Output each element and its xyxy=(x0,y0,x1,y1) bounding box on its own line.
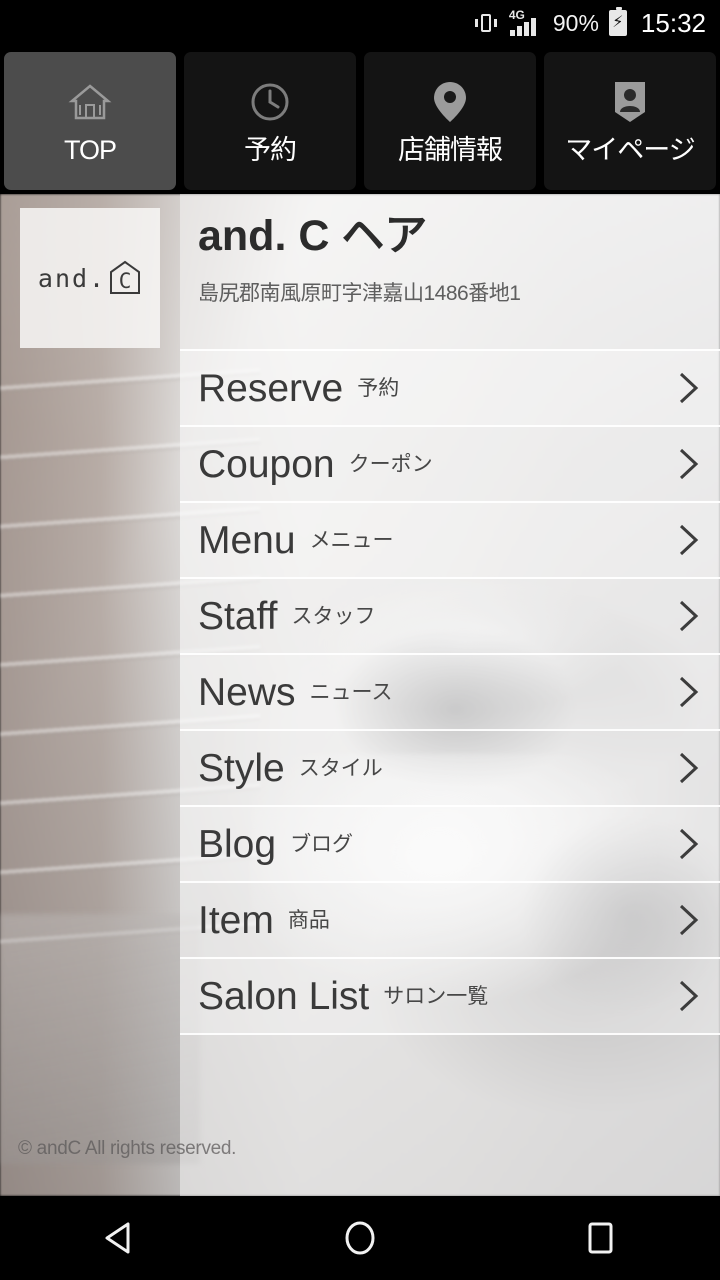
back-triangle-icon xyxy=(98,1216,142,1260)
status-bar-icons: 4G 90% ⚡ 15:32 xyxy=(473,7,706,39)
house-outline-icon: C xyxy=(108,259,142,297)
content-panel: and. C ヘア 島尻郡南風原町字津嘉山1486番地1 Reserve 予約 … xyxy=(180,194,720,1196)
home-button[interactable] xyxy=(300,1196,420,1280)
menu-item-coupon[interactable]: Coupon クーポン xyxy=(180,425,720,501)
chevron-right-icon xyxy=(676,444,702,484)
menu-label-en: Menu xyxy=(198,518,296,562)
chevron-right-icon xyxy=(676,748,702,788)
menu-item-style[interactable]: Style スタイル xyxy=(180,729,720,805)
menu-item-news[interactable]: News ニュース xyxy=(180,653,720,729)
chevron-right-icon xyxy=(676,368,702,408)
tab-my-page[interactable]: マイページ xyxy=(544,52,716,190)
menu-label-en: Blog xyxy=(198,822,277,866)
chevron-right-icon xyxy=(676,824,702,864)
page-content: and. C ヘア 島尻郡南風原町字津嘉山1486番地1 Reserve 予約 … xyxy=(0,194,720,1196)
menu-item-menu[interactable]: Menu メニュー xyxy=(180,501,720,577)
menu-label-ja: 商品 xyxy=(287,908,330,932)
chevron-right-icon xyxy=(676,976,702,1016)
page-title: and. C ヘア xyxy=(198,212,428,260)
menu-item-blog[interactable]: Blog ブログ xyxy=(180,805,720,881)
menu-label-en: Reserve xyxy=(198,366,344,410)
chevron-right-icon xyxy=(676,672,702,712)
menu-label-en: Style xyxy=(198,746,285,790)
tab-top[interactable]: TOP xyxy=(4,52,176,190)
recents-square-icon xyxy=(578,1216,622,1260)
menu-label-en: News xyxy=(198,670,296,714)
list-bottom-divider xyxy=(180,1033,720,1035)
clock-icon xyxy=(247,79,293,125)
menu-label-ja: ブログ xyxy=(290,832,354,856)
tab-reserve[interactable]: 予約 xyxy=(184,52,356,190)
menu-item-item[interactable]: Item 商品 xyxy=(180,881,720,957)
menu-item-salon-list[interactable]: Salon List サロン一覧 xyxy=(180,957,720,1033)
top-tab-bar: TOP 予約 店舗情報 マイページ xyxy=(0,46,720,194)
salon-header: and. C ヘア 島尻郡南風原町字津嘉山1486番地1 xyxy=(180,194,720,349)
menu-label-ja: スタイル xyxy=(298,756,383,780)
logo-mark: and. C xyxy=(38,259,142,297)
menu-label-en: Staff xyxy=(198,594,278,638)
chevron-right-icon xyxy=(676,520,702,560)
recents-button[interactable] xyxy=(540,1196,660,1280)
home-icon xyxy=(68,79,112,125)
menu-item-staff[interactable]: Staff スタッフ xyxy=(180,577,720,653)
tab-label-my-page: マイページ xyxy=(565,134,695,165)
battery-percent-label: 90% xyxy=(552,9,599,36)
vibrate-icon xyxy=(473,10,499,36)
menu-label-ja: クーポン xyxy=(348,452,433,476)
tab-label-top: TOP xyxy=(63,134,117,165)
menu-label-ja: ニュース xyxy=(309,680,393,704)
tab-label-reserve: 予約 xyxy=(244,134,297,165)
menu-label-en: Item xyxy=(198,898,274,942)
menu-label-ja: 予約 xyxy=(357,376,400,400)
android-navigation-bar xyxy=(0,1196,720,1280)
menu-label-en: Salon List xyxy=(198,974,370,1018)
status-bar: 4G 90% ⚡ 15:32 xyxy=(0,0,720,46)
menu-label-ja: メニュー xyxy=(309,528,394,552)
home-circle-icon xyxy=(338,1216,382,1260)
menu-label-ja: スタッフ xyxy=(291,604,376,628)
location-pin-icon xyxy=(430,79,470,125)
back-button[interactable] xyxy=(60,1196,180,1280)
logo-text: and. xyxy=(37,263,107,293)
battery-charging-icon: ⚡ xyxy=(608,7,627,36)
main-menu-list: Reserve 予約 Coupon クーポン Menu メニュー Staff ス… xyxy=(180,349,720,1035)
contact-card-icon xyxy=(609,79,651,125)
tab-label-shop-info: 店舗情報 xyxy=(398,134,503,165)
menu-label-ja: サロン一覧 xyxy=(383,984,489,1008)
logo-letter: C xyxy=(118,269,132,293)
tab-shop-info[interactable]: 店舗情報 xyxy=(364,52,536,190)
menu-label-en: Coupon xyxy=(198,442,335,486)
chevron-right-icon xyxy=(676,596,702,636)
salon-logo: and. C xyxy=(20,208,160,348)
chevron-right-icon xyxy=(676,900,702,940)
salon-address: 島尻郡南風原町字津嘉山1486番地1 xyxy=(198,282,521,306)
footer-copyright: © andC All rights reserved. xyxy=(18,1138,237,1159)
background-cabinet xyxy=(0,914,200,1164)
signal-bars-icon: 4G xyxy=(509,9,543,37)
menu-item-reserve[interactable]: Reserve 予約 xyxy=(180,349,720,425)
status-bar-clock: 15:32 xyxy=(640,7,706,38)
